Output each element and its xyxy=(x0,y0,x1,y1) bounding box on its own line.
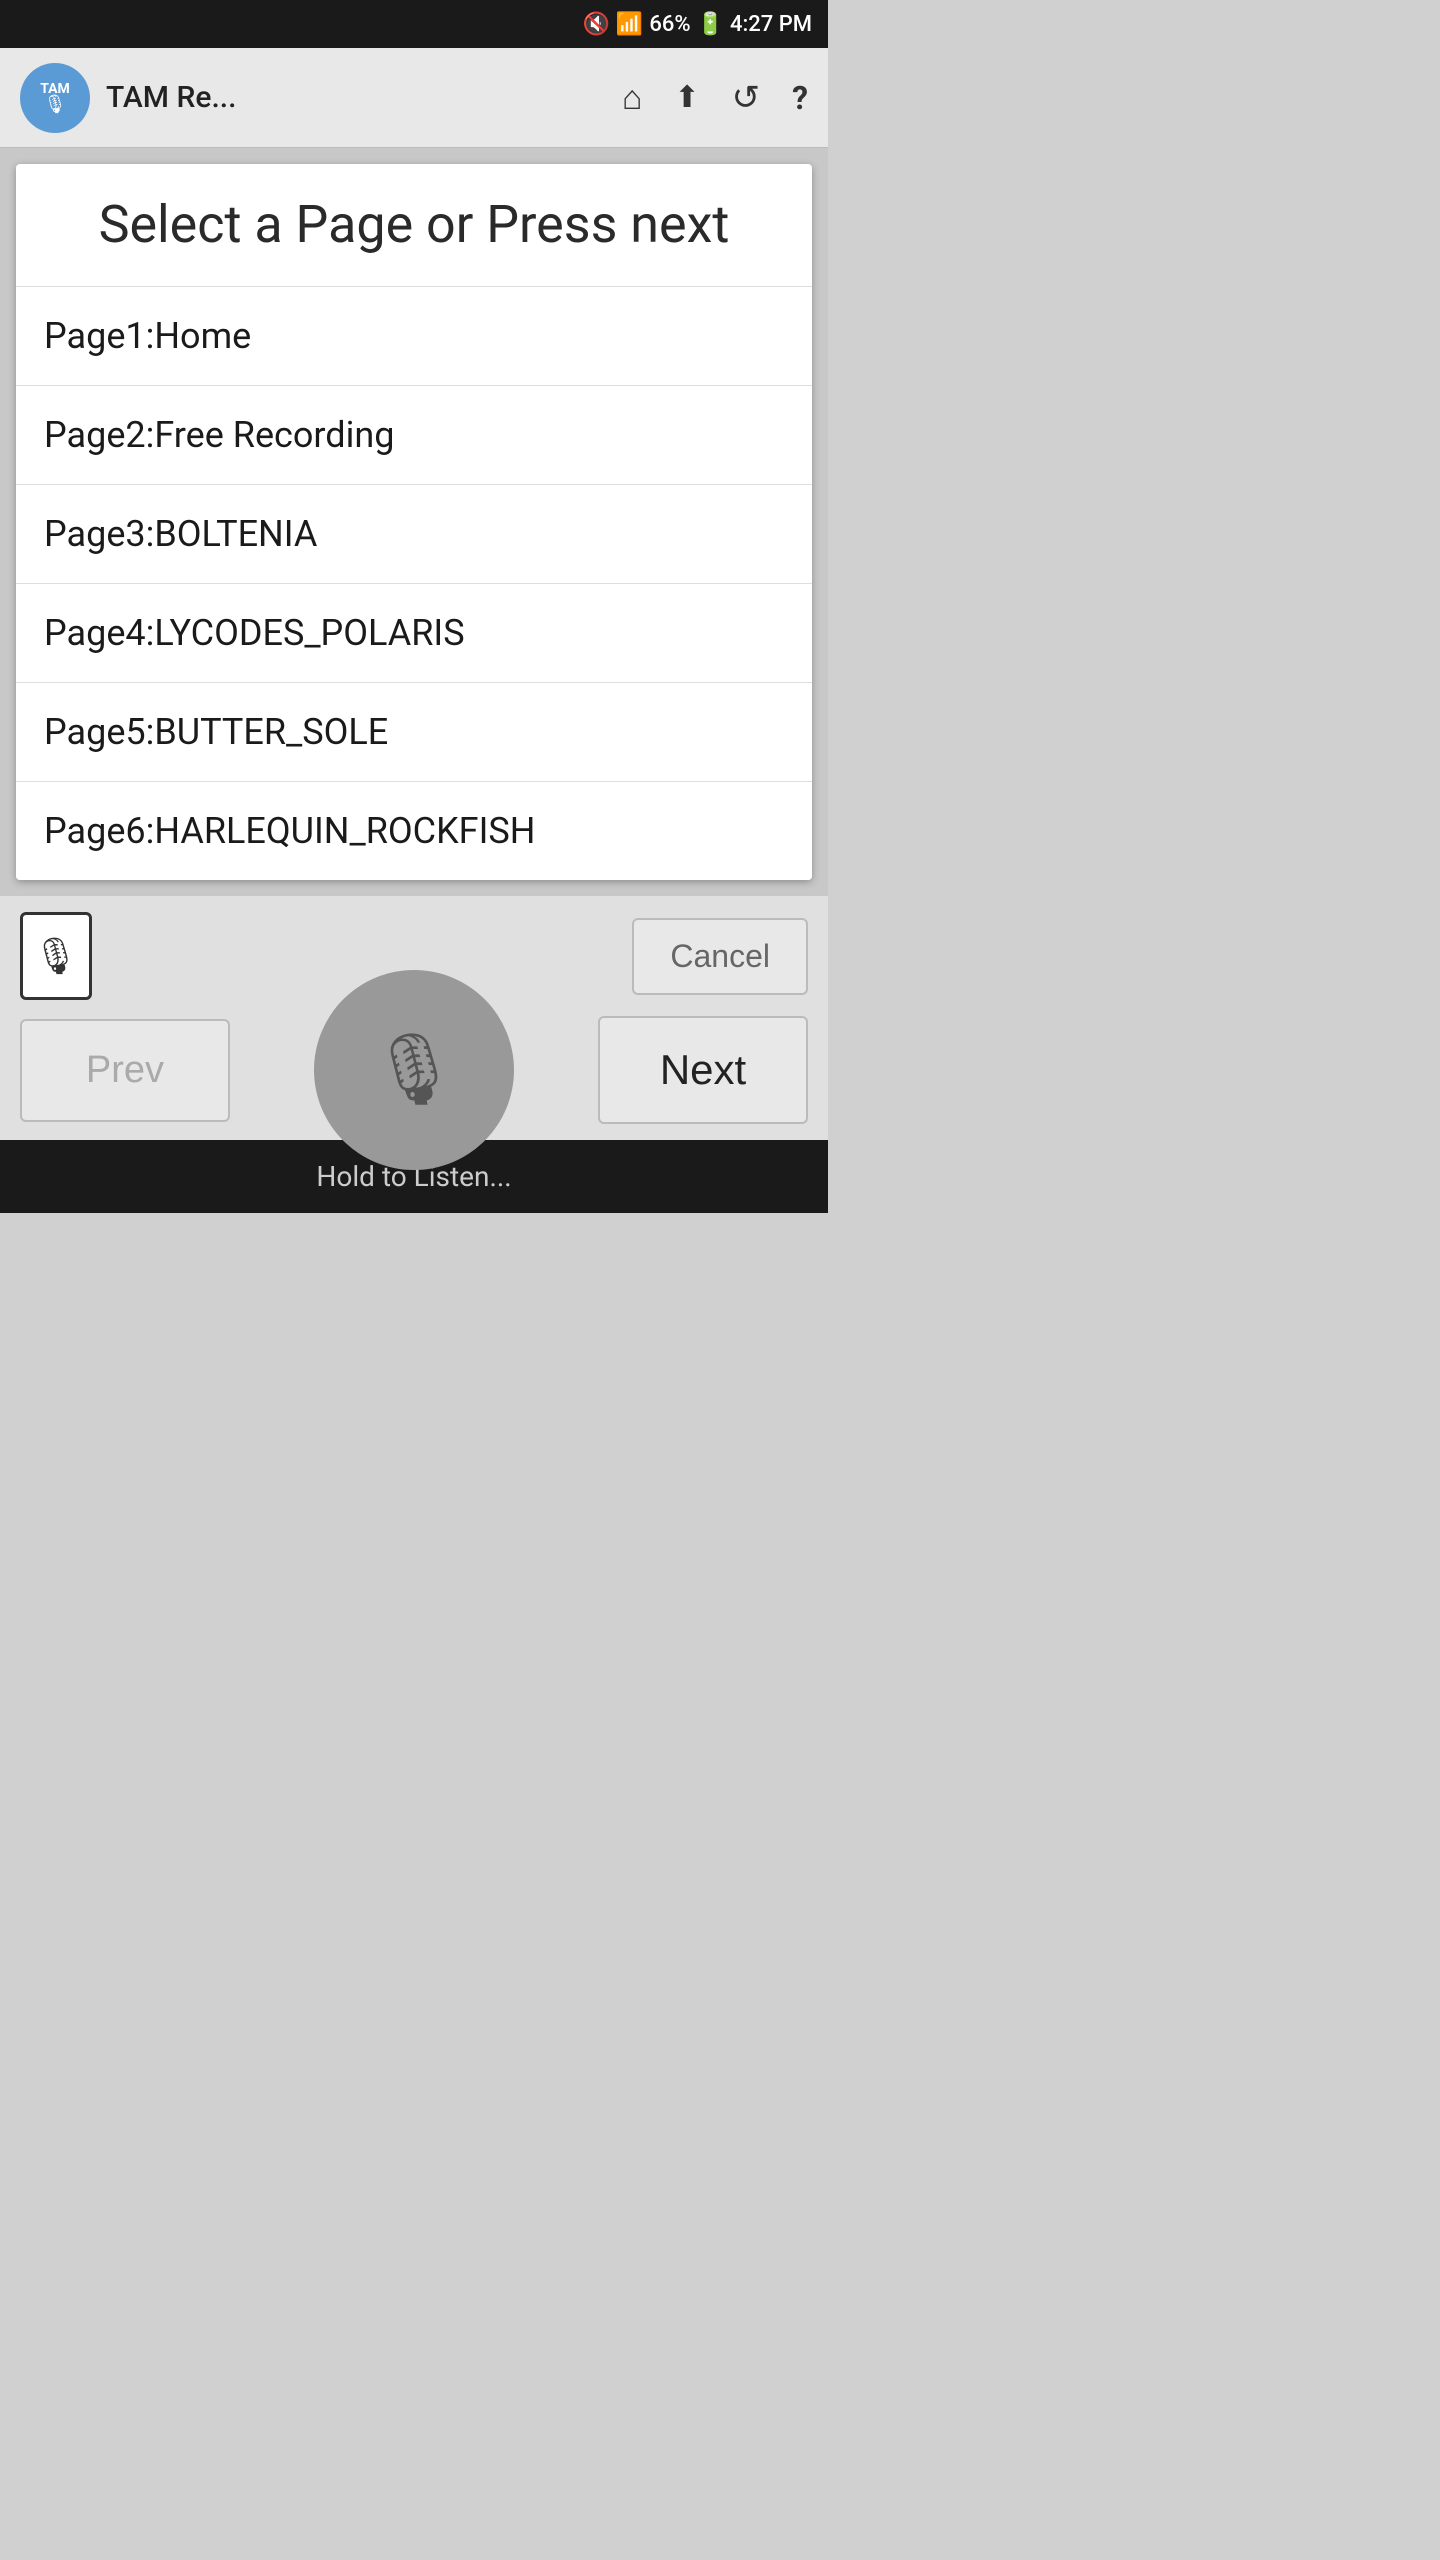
mic-circle-icon: 🎙 xyxy=(370,1029,459,1111)
next-button[interactable]: Next xyxy=(598,1016,808,1124)
bottom-area: 🎙 Cancel Prev 🎙 Next xyxy=(0,896,828,1140)
signal-icon: 📶 xyxy=(616,12,643,37)
app-title: TAM Re... xyxy=(106,80,606,115)
upload-icon[interactable]: ⬆ xyxy=(674,80,699,115)
app-bar: TAM 🎙 TAM Re... ⌂ ⬆ ↺ ? xyxy=(0,48,828,148)
time-display: 4:27 PM xyxy=(730,12,812,37)
main-content: Select a Page or Press next Page1:Home P… xyxy=(0,148,828,896)
mic-circle-button[interactable]: 🎙 xyxy=(314,970,514,1170)
dialog-card: Select a Page or Press next Page1:Home P… xyxy=(16,164,812,880)
battery-percent: 66% xyxy=(649,12,690,37)
list-item[interactable]: Page1:Home xyxy=(16,286,812,385)
status-icons: 🔇 📶 66% 🔋 4:27 PM xyxy=(583,12,813,37)
battery-icon: 🔋 xyxy=(697,12,724,37)
list-item[interactable]: Page2:Free Recording xyxy=(16,385,812,484)
mute-icon: 🔇 xyxy=(583,12,610,37)
help-icon[interactable]: ? xyxy=(792,79,808,117)
mic-box-icon: 🎙 xyxy=(33,935,79,977)
cancel-button[interactable]: Cancel xyxy=(632,918,808,995)
prev-button[interactable]: Prev xyxy=(20,1019,230,1122)
list-item[interactable]: Page4:LYCODES_POLARIS xyxy=(16,583,812,682)
home-icon[interactable]: ⌂ xyxy=(622,78,643,118)
bottom-section: 🎙 Cancel Prev 🎙 Next Hold to Listen... xyxy=(0,896,828,1213)
mic-box-button[interactable]: 🎙 xyxy=(20,912,92,1000)
dialog-title: Select a Page or Press next xyxy=(16,164,812,286)
page-list: Page1:Home Page2:Free Recording Page3:BO… xyxy=(16,286,812,880)
status-bar: 🔇 📶 66% 🔋 4:27 PM xyxy=(0,0,828,48)
bottom-row2: Prev 🎙 Next xyxy=(20,1016,808,1124)
list-item[interactable]: Page3:BOLTENIA xyxy=(16,484,812,583)
refresh-icon[interactable]: ↺ xyxy=(732,78,761,118)
list-item-partial[interactable]: Page6:HARLEQUIN_ROCKFISH xyxy=(16,781,812,880)
logo-mic-icon: 🎙 xyxy=(44,96,67,114)
list-item[interactable]: Page5:BUTTER_SOLE xyxy=(16,682,812,781)
app-logo: TAM 🎙 xyxy=(20,63,90,133)
app-bar-actions: ⌂ ⬆ ↺ ? xyxy=(622,78,808,118)
